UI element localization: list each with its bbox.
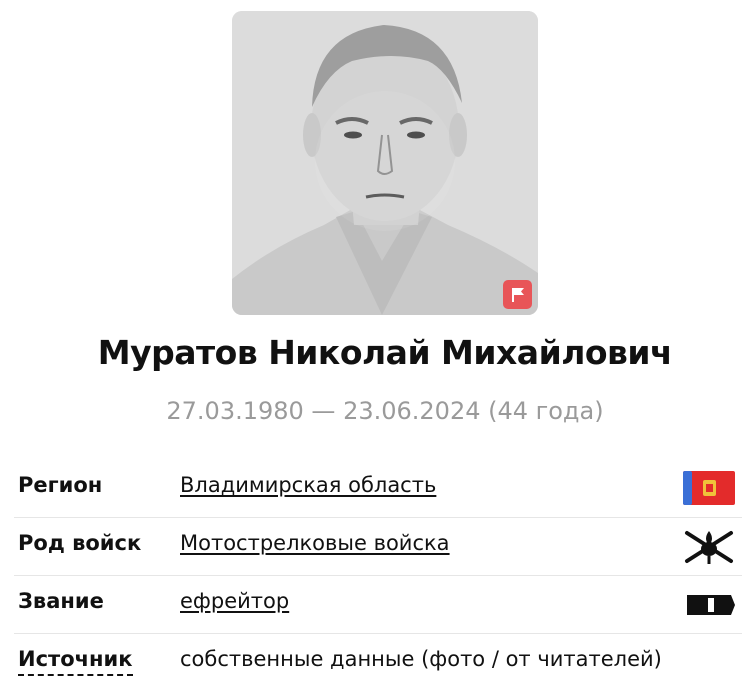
flag-icon — [511, 287, 524, 302]
region-flag-icon — [683, 471, 735, 509]
motor-rifle-emblem-icon — [683, 527, 735, 569]
life-dates: 27.03.1980 — 23.06.2024 (44 года) — [166, 397, 604, 425]
portrait-photo — [232, 11, 538, 315]
detail-row-rank: Звание ефрейтор — [0, 575, 745, 633]
source-label[interactable]: Источник — [18, 647, 133, 676]
rank-stripe-icon — [687, 595, 735, 619]
region-link[interactable]: Владимирская область — [180, 473, 436, 497]
memorial-flag-badge[interactable] — [503, 280, 532, 309]
branch-link[interactable]: Мотострелковые войска — [180, 531, 450, 555]
person-name: Муратов Николай Михайлович — [97, 333, 673, 372]
branch-label: Род войск — [18, 531, 142, 555]
detail-row-region: Регион Владимирская область — [0, 459, 745, 517]
detail-row-source: Источник собственные данные (фото / от ч… — [0, 633, 745, 691]
detail-row-branch: Род войск Мотострелковые войска — [0, 517, 745, 575]
rank-link[interactable]: ефрейтор — [180, 589, 289, 613]
source-value: собственные данные (фото / от читателей) — [180, 647, 662, 671]
region-label: Регион — [18, 473, 103, 497]
rank-label: Звание — [18, 589, 104, 613]
portrait-image — [232, 11, 538, 315]
